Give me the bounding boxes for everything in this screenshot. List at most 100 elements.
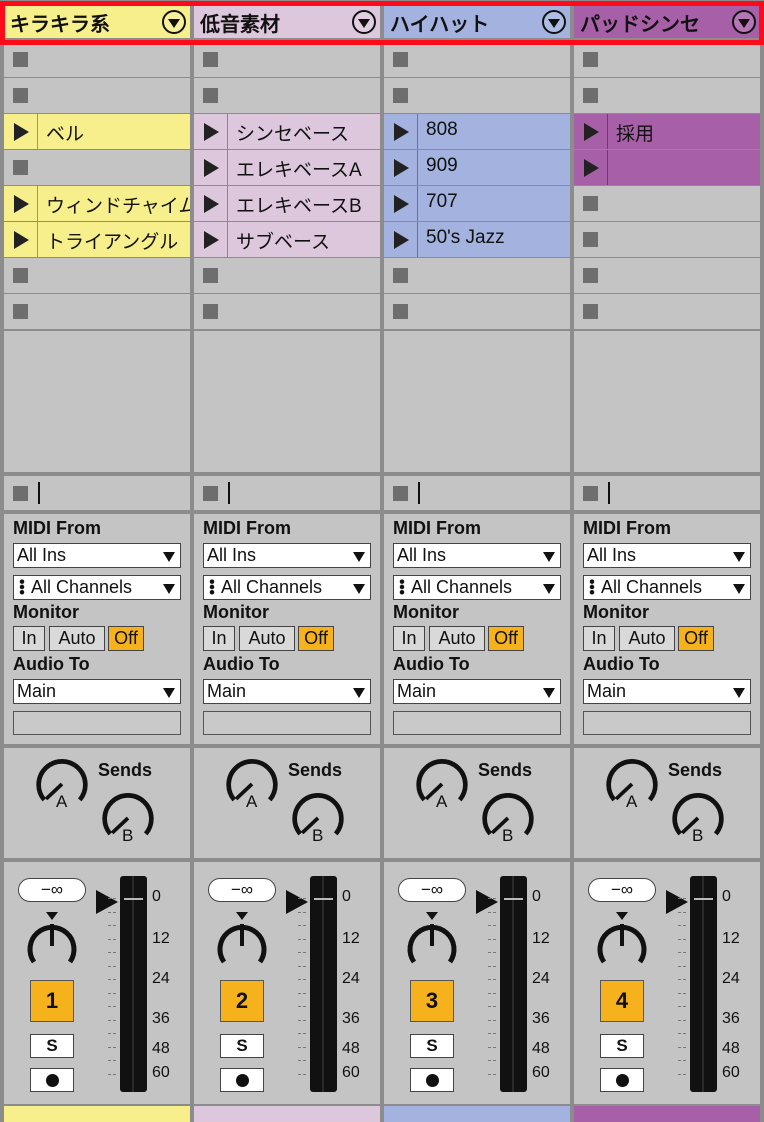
clip-slot[interactable]: 909: [384, 150, 570, 185]
stop-icon[interactable]: [13, 160, 28, 175]
volume-fader-handle[interactable]: [476, 890, 498, 914]
audio-to-select[interactable]: Main: [13, 679, 181, 704]
stop-icon[interactable]: [13, 88, 28, 103]
empty-clip-slot[interactable]: [574, 222, 760, 257]
output-channel-box[interactable]: [13, 711, 181, 735]
monitor-auto-button[interactable]: Auto: [49, 626, 105, 651]
play-icon[interactable]: [4, 114, 38, 149]
midi-from-select[interactable]: All Ins: [13, 543, 181, 568]
play-icon[interactable]: [194, 114, 228, 149]
solo-button[interactable]: S: [410, 1034, 454, 1058]
track-activator-button[interactable]: 4: [600, 980, 644, 1022]
stop-icon[interactable]: [13, 52, 28, 67]
chevron-down-icon[interactable]: [352, 10, 376, 34]
monitor-off-button[interactable]: Off: [298, 626, 334, 651]
monitor-off-button[interactable]: Off: [488, 626, 524, 651]
level-meter[interactable]: [120, 876, 147, 1092]
chevron-down-icon[interactable]: [542, 10, 566, 34]
play-icon[interactable]: [574, 150, 608, 185]
track-header[interactable]: パッドシンセ: [574, 6, 760, 38]
clip-slot[interactable]: エレキベースB: [194, 186, 380, 221]
stop-icon[interactable]: [203, 88, 218, 103]
monitor-in-button[interactable]: In: [203, 626, 235, 651]
stop-icon[interactable]: [583, 52, 598, 67]
midi-from-select[interactable]: All Ins: [583, 543, 751, 568]
track-activator-button[interactable]: 1: [30, 980, 74, 1022]
send-b-knob[interactable]: B: [290, 790, 346, 846]
send-b-knob[interactable]: B: [670, 790, 726, 846]
empty-clip-slot[interactable]: [4, 150, 190, 185]
audio-to-select[interactable]: Main: [203, 679, 371, 704]
volume-readout[interactable]: −∞: [398, 878, 466, 902]
record-arm-icon[interactable]: [220, 1068, 264, 1092]
play-icon[interactable]: [194, 222, 228, 257]
pan-knob[interactable]: [24, 910, 80, 974]
send-a-knob[interactable]: A: [604, 756, 660, 812]
stop-icon[interactable]: [583, 232, 598, 247]
track-stop-row[interactable]: [194, 476, 380, 510]
solo-button[interactable]: S: [220, 1034, 264, 1058]
solo-button[interactable]: S: [600, 1034, 644, 1058]
clip-slot[interactable]: エレキベースA: [194, 150, 380, 185]
level-meter[interactable]: [500, 876, 527, 1092]
volume-readout[interactable]: −∞: [208, 878, 276, 902]
volume-fader-handle[interactable]: [96, 890, 118, 914]
midi-channel-select[interactable]: All Channels: [203, 575, 371, 600]
empty-clip-slot[interactable]: [4, 78, 190, 113]
audio-to-select[interactable]: Main: [583, 679, 751, 704]
clip-slot[interactable]: トライアングル: [4, 222, 190, 257]
empty-clip-slot[interactable]: [574, 186, 760, 221]
output-channel-box[interactable]: [393, 711, 561, 735]
midi-from-select[interactable]: All Ins: [203, 543, 371, 568]
monitor-auto-button[interactable]: Auto: [429, 626, 485, 651]
pan-knob[interactable]: [404, 910, 460, 974]
play-icon[interactable]: [4, 186, 38, 221]
chevron-down-icon[interactable]: [732, 10, 756, 34]
track-stop-row[interactable]: [4, 476, 190, 510]
level-meter[interactable]: [690, 876, 717, 1092]
play-icon[interactable]: [574, 114, 608, 149]
chevron-down-icon[interactable]: [162, 10, 186, 34]
clip-slot[interactable]: 採用: [574, 114, 760, 149]
monitor-off-button[interactable]: Off: [108, 626, 144, 651]
record-arm-icon[interactable]: [30, 1068, 74, 1092]
clip-slot[interactable]: サブベース: [194, 222, 380, 257]
monitor-in-button[interactable]: In: [13, 626, 45, 651]
clip-slot[interactable]: ベル: [4, 114, 190, 149]
stop-icon[interactable]: [393, 268, 408, 283]
stop-icon[interactable]: [583, 88, 598, 103]
midi-from-select[interactable]: All Ins: [393, 543, 561, 568]
output-channel-box[interactable]: [203, 711, 371, 735]
empty-clip-slot[interactable]: [194, 294, 380, 329]
play-icon[interactable]: [384, 186, 418, 221]
stop-icon[interactable]: [203, 52, 218, 67]
empty-clip-slot[interactable]: [384, 258, 570, 293]
pan-knob[interactable]: [214, 910, 270, 974]
empty-clip-slot[interactable]: [4, 294, 190, 329]
clip-slot[interactable]: シンセベース: [194, 114, 380, 149]
monitor-auto-button[interactable]: Auto: [239, 626, 295, 651]
output-channel-box[interactable]: [583, 711, 751, 735]
clip-slot[interactable]: 50's Jazz: [384, 222, 570, 257]
stop-icon[interactable]: [13, 486, 28, 501]
send-b-knob[interactable]: B: [480, 790, 536, 846]
stop-icon[interactable]: [393, 52, 408, 67]
record-arm-icon[interactable]: [600, 1068, 644, 1092]
stop-icon[interactable]: [583, 304, 598, 319]
track-activator-button[interactable]: 3: [410, 980, 454, 1022]
volume-fader-handle[interactable]: [286, 890, 308, 914]
clip-slot[interactable]: 707: [384, 186, 570, 221]
send-a-knob[interactable]: A: [224, 756, 280, 812]
clip-slot[interactable]: 808: [384, 114, 570, 149]
monitor-in-button[interactable]: In: [583, 626, 615, 651]
play-icon[interactable]: [194, 150, 228, 185]
stop-icon[interactable]: [13, 304, 28, 319]
empty-clip-slot[interactable]: [4, 258, 190, 293]
midi-channel-select[interactable]: All Channels: [583, 575, 751, 600]
track-activator-button[interactable]: 2: [220, 980, 264, 1022]
monitor-in-button[interactable]: In: [393, 626, 425, 651]
audio-to-select[interactable]: Main: [393, 679, 561, 704]
stop-icon[interactable]: [393, 88, 408, 103]
clip-slot[interactable]: ウィンドチャイム: [4, 186, 190, 221]
stop-icon[interactable]: [203, 304, 218, 319]
